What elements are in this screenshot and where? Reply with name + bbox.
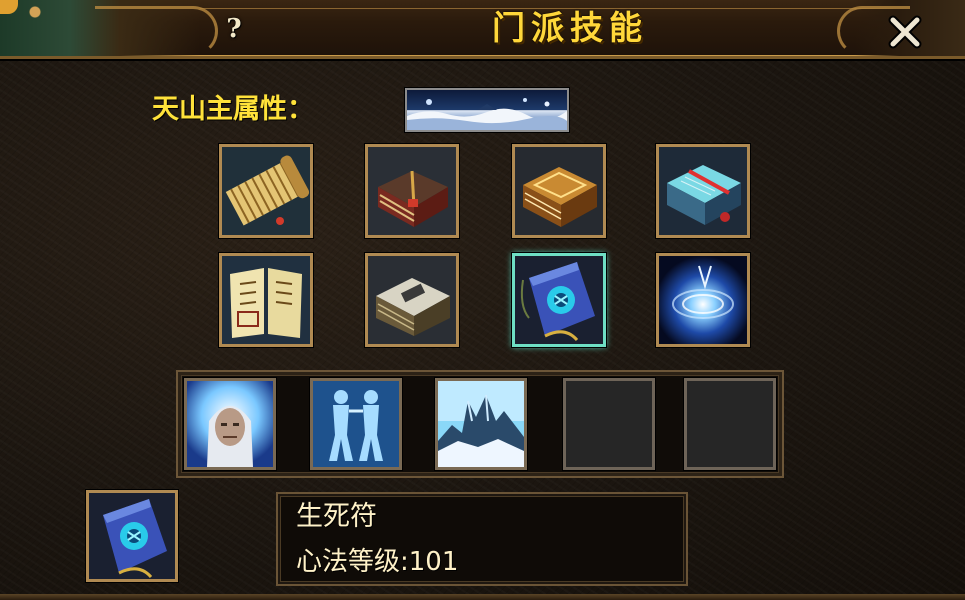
white-haired-elder-icon [187, 381, 273, 467]
skill-slot-6[interactable] [365, 253, 459, 347]
method-slot-4-empty[interactable] [563, 378, 655, 470]
selected-skill-icon [86, 490, 178, 582]
ice-palace-icon [438, 381, 524, 467]
bottom-border [0, 594, 965, 600]
orange-corner-icon [0, 0, 18, 14]
life-death-talisman-icon [89, 493, 175, 579]
red-tied-book-icon [368, 147, 456, 235]
skill-slot-2[interactable] [365, 144, 459, 238]
golden-book-icon [515, 147, 603, 235]
bamboo-scroll-icon [222, 147, 310, 235]
silver-book-icon [368, 256, 456, 344]
title-ornament-left [0, 0, 218, 56]
twin-warriors-icon [313, 381, 399, 467]
close-x-icon [888, 15, 922, 49]
skill-slot-8[interactable] [656, 253, 750, 347]
skill-slot-7[interactable] [512, 253, 606, 347]
life-death-talisman-icon [515, 256, 603, 344]
skill-level: 心法等级:101 [296, 547, 459, 577]
skill-slot-4[interactable] [656, 144, 750, 238]
skill-slot-1[interactable] [219, 144, 313, 238]
skill-name: 生死符 [296, 501, 377, 532]
window-title: 门派技能 [492, 8, 648, 47]
cloud-swirl-left [95, 6, 218, 56]
snow-mountain-attribute-icon [405, 88, 569, 132]
skill-slot-5[interactable] [219, 253, 313, 347]
open-manual-icon [222, 256, 310, 344]
method-slot-2[interactable] [310, 378, 402, 470]
close-button[interactable] [885, 12, 925, 52]
skill-slot-3[interactable] [512, 144, 606, 238]
blue-vortex-icon [659, 256, 747, 344]
attribute-label: 天山主属性： [152, 94, 314, 125]
help-button[interactable]: ? [217, 12, 251, 46]
method-slot-3[interactable] [435, 378, 527, 470]
cyan-book-icon [659, 147, 747, 235]
method-slot-5-empty[interactable] [684, 378, 776, 470]
method-slot-1[interactable] [184, 378, 276, 470]
